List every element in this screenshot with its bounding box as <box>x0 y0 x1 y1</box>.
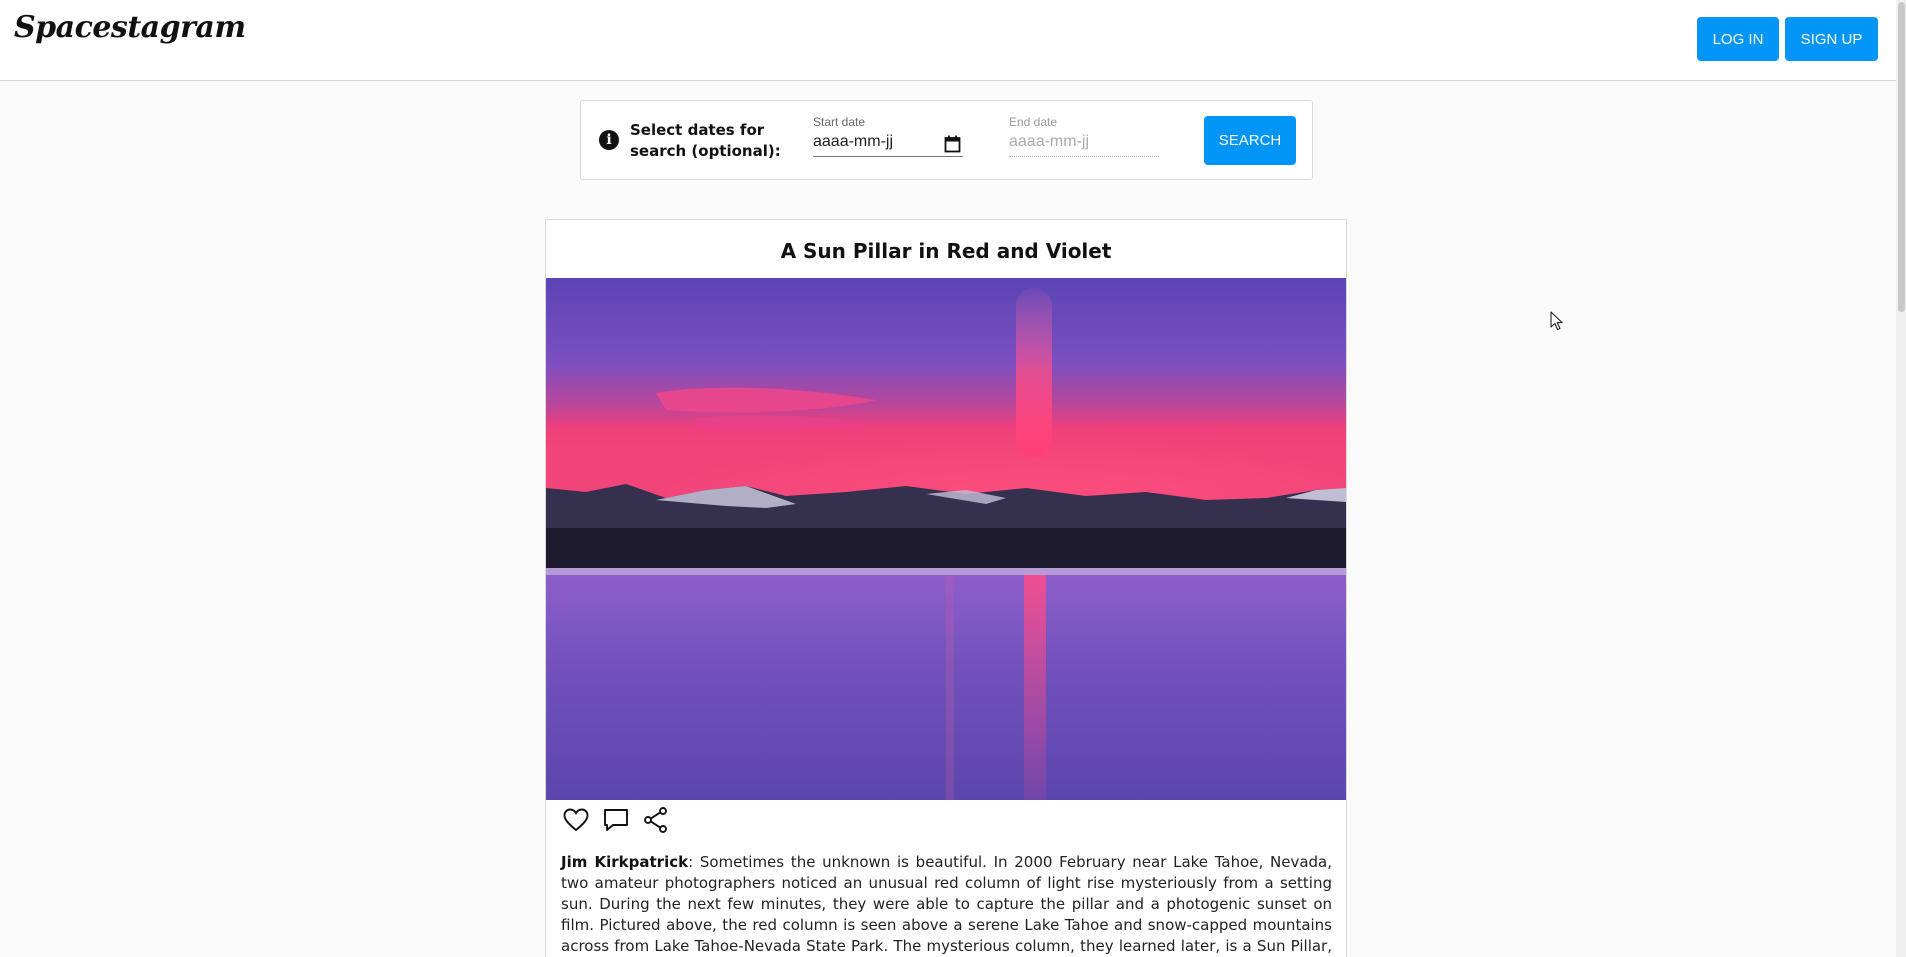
end-date-label: End date <box>1009 115 1058 129</box>
end-date-placeholder: aaaa-mm-jj <box>1009 133 1090 150</box>
date-search-panel: i Select dates for search (optional): St… <box>580 100 1313 180</box>
search-prompt: Select dates for search (optional): <box>630 121 781 160</box>
app-logo[interactable]: Spacestagram <box>14 10 246 45</box>
start-date-input[interactable]: aaaa-mm-jj <box>813 133 963 157</box>
post-image[interactable] <box>546 278 1346 800</box>
mouse-cursor-icon <box>1550 311 1563 331</box>
start-date-label: Start date <box>813 115 866 129</box>
post-title: A Sun Pillar in Red and Violet <box>780 239 1112 263</box>
login-button[interactable]: LOG IN <box>1697 17 1779 61</box>
post-caption: Jim Kirkpatrick: Sometimes the unknown i… <box>561 852 1332 957</box>
heart-icon[interactable] <box>562 806 590 834</box>
end-date-input[interactable]: aaaa-mm-jj <box>1009 133 1159 157</box>
comment-icon[interactable] <box>602 806 630 834</box>
start-date-field[interactable]: Start date aaaa-mm-jj <box>813 115 963 165</box>
info-icon: i <box>599 130 619 150</box>
end-date-field[interactable]: End date aaaa-mm-jj <box>1009 115 1159 165</box>
calendar-icon[interactable] <box>944 135 961 153</box>
share-icon[interactable] <box>642 806 670 834</box>
post-author[interactable]: Jim Kirkpatrick <box>561 853 688 871</box>
signup-button[interactable]: SIGN UP <box>1785 17 1878 61</box>
post-card: A Sun Pillar in Red and Violet Jim Kirkp… <box>545 219 1347 957</box>
start-date-placeholder: aaaa-mm-jj <box>813 133 894 150</box>
scrollbar-thumb[interactable] <box>1898 2 1905 312</box>
post-actions <box>562 806 670 836</box>
top-bar: Spacestagram LOG IN SIGN UP <box>0 0 1896 81</box>
search-button[interactable]: SEARCH <box>1204 116 1296 165</box>
